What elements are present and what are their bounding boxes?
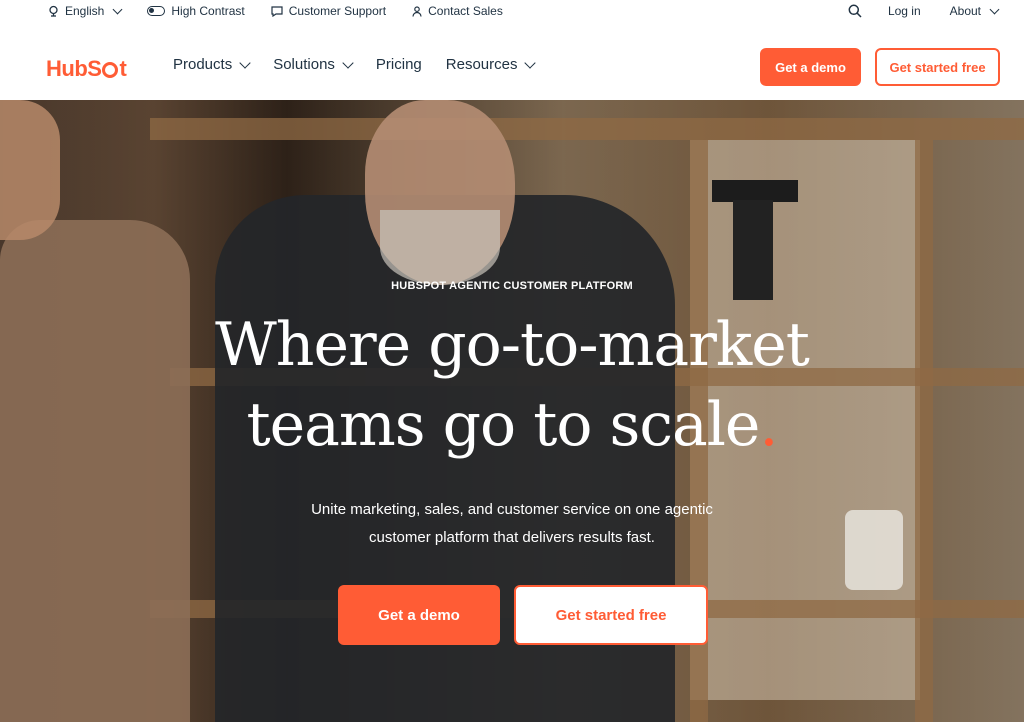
hero-headline: Where go-to-market teams go to scale. xyxy=(0,305,1024,465)
login-link[interactable]: Log in xyxy=(888,4,921,18)
nav-item-label: Solutions xyxy=(273,56,335,73)
sprocket-icon xyxy=(102,62,119,78)
logo-text-end: t xyxy=(119,56,127,81)
nav-item-resources[interactable]: Resources xyxy=(445,56,537,73)
get-demo-button[interactable]: Get a demo xyxy=(760,48,861,86)
about-label: About xyxy=(949,4,981,18)
high-contrast-toggle[interactable]: High Contrast xyxy=(147,4,245,18)
logo-text-start: HubS xyxy=(46,56,102,81)
nav-item-label: Resources xyxy=(445,56,518,73)
nav-links: Products Solutions Pricing Resources xyxy=(173,56,558,73)
globe-icon xyxy=(49,5,58,17)
language-selector[interactable]: English xyxy=(48,4,123,18)
chevron-down-icon xyxy=(524,56,537,69)
about-menu[interactable]: About xyxy=(949,4,1000,18)
high-contrast-label: High Contrast xyxy=(171,4,245,18)
contact-sales-link[interactable]: Contact Sales xyxy=(412,4,503,18)
person-icon xyxy=(412,5,422,17)
headline-dot: . xyxy=(759,390,778,460)
nav-item-products[interactable]: Products xyxy=(173,56,251,73)
toggle-icon xyxy=(147,6,166,16)
hero-subcopy: Unite marketing, sales, and customer ser… xyxy=(311,501,713,546)
customer-support-link[interactable]: Customer Support xyxy=(271,4,386,18)
chat-icon xyxy=(271,5,283,17)
utility-left: English High Contrast Customer Support C… xyxy=(0,4,503,18)
utility-right: Log in About xyxy=(848,4,1024,18)
language-label: English xyxy=(65,4,105,18)
hero-section: HUBSPOT AGENTIC CUSTOMER PLATFORM Where … xyxy=(0,100,1024,722)
nav-item-label: Products xyxy=(173,56,233,73)
utility-bar: English High Contrast Customer Support C… xyxy=(0,0,1024,22)
search-icon[interactable] xyxy=(848,4,862,18)
hero-eyebrow: HUBSPOT AGENTIC CUSTOMER PLATFORM xyxy=(391,280,633,292)
headline-line-1: Where go-to-market xyxy=(215,310,810,380)
chevron-down-icon xyxy=(112,4,123,14)
nav-item-label: Pricing xyxy=(375,56,422,73)
chevron-down-icon xyxy=(989,4,1000,14)
contact-sales-label: Contact Sales xyxy=(428,4,503,18)
chevron-down-icon xyxy=(239,56,251,69)
chevron-down-icon xyxy=(342,56,354,69)
main-nav: HubS t Products Solutions Pricing Resourc… xyxy=(0,34,1024,100)
headline-line-2: teams go to scale xyxy=(246,390,761,460)
customer-support-label: Customer Support xyxy=(288,4,387,18)
get-started-free-button[interactable]: Get started free xyxy=(875,48,1000,86)
hero-get-demo-button[interactable]: Get a demo xyxy=(338,585,500,645)
nav-item-pricing[interactable]: Pricing xyxy=(376,56,422,73)
hero-get-started-free-button[interactable]: Get started free xyxy=(514,585,708,645)
hero-content: HUBSPOT AGENTIC CUSTOMER PLATFORM Where … xyxy=(0,100,1024,722)
nav-item-solutions[interactable]: Solutions xyxy=(273,56,354,73)
hubspot-logo[interactable]: HubS t xyxy=(46,56,127,82)
